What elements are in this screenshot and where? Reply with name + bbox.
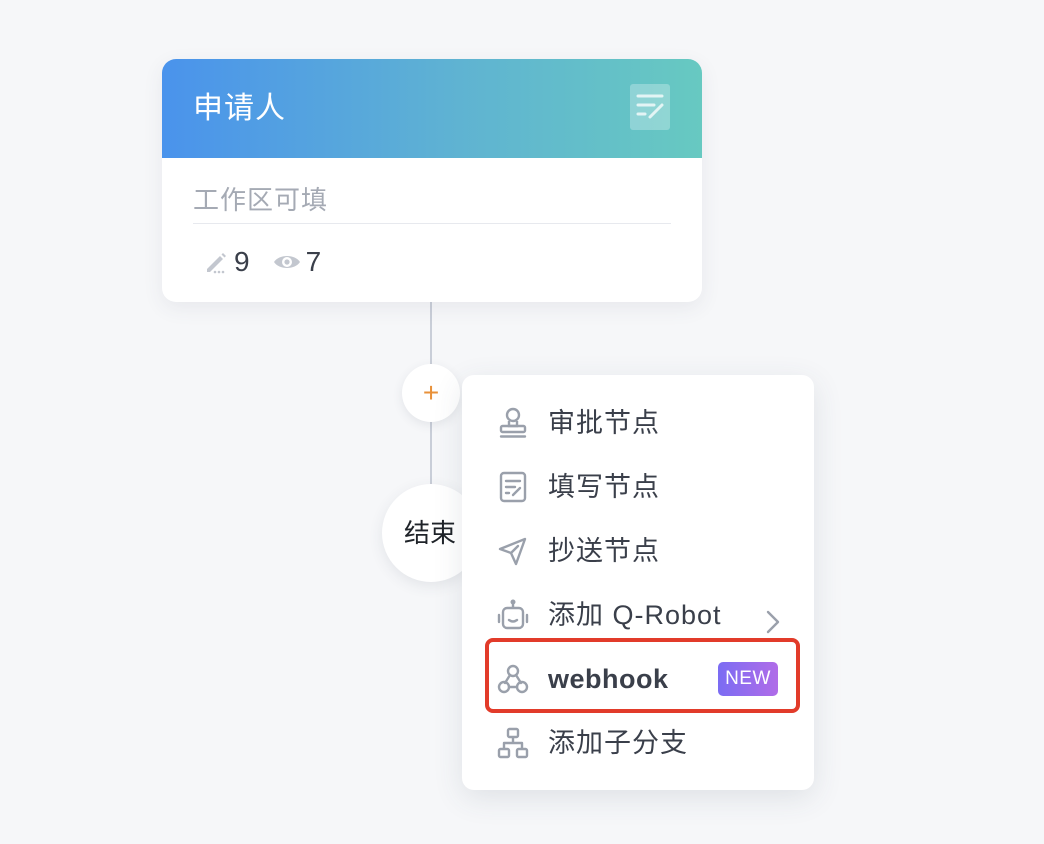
edit-count-stat: 9 — [202, 244, 250, 280]
menu-item-label: 填写节点 — [548, 472, 660, 502]
menu-item-approval-node[interactable]: 审批节点 — [462, 391, 814, 455]
chevron-right-icon — [766, 610, 780, 634]
menu-item-label: 审批节点 — [548, 408, 660, 438]
menu-item-add-q-robot[interactable]: 添加 Q-Robot — [462, 583, 814, 647]
menu-item-fill-node[interactable]: 填写节点 — [462, 455, 814, 519]
card-stats: 9 7 — [202, 244, 343, 280]
connector-line — [430, 420, 432, 484]
menu-item-label: 抄送节点 — [548, 536, 660, 566]
connector-line — [430, 300, 432, 364]
card-header: 申请人 — [162, 59, 702, 158]
menu-item-label: 添加子分支 — [548, 728, 688, 758]
menu-item-add-sub-branch[interactable]: 添加子分支 — [462, 711, 814, 775]
robot-icon — [497, 599, 529, 630]
menu-item-label: 添加 Q-Robot — [548, 600, 722, 630]
card-divider — [193, 223, 671, 224]
branch-icon — [497, 727, 529, 759]
eye-icon — [273, 256, 300, 268]
card-title: 申请人 — [193, 92, 286, 125]
edit-count: 9 — [234, 246, 250, 277]
webhook-icon — [497, 664, 529, 694]
add-node-button[interactable]: + — [402, 364, 460, 422]
send-icon — [498, 537, 527, 566]
card-body: 工作区可填 9 7 — [162, 158, 702, 302]
end-node-label: 结束 — [404, 518, 457, 548]
add-node-menu: 审批节点 填写节点 抄送节点 添加 Q-Robot webhook NEW 添加… — [462, 375, 814, 790]
menu-item-webhook[interactable]: webhook NEW — [462, 647, 814, 711]
view-count-stat: 7 — [272, 244, 322, 280]
menu-item-cc-node[interactable]: 抄送节点 — [462, 519, 814, 583]
form-edit-icon — [630, 84, 670, 130]
form-icon — [499, 471, 527, 503]
menu-item-label: webhook — [548, 664, 669, 694]
view-count: 7 — [305, 246, 322, 277]
pencil-icon — [207, 253, 226, 274]
card-workspace-placeholder: 工作区可填 — [193, 185, 329, 215]
new-badge: NEW — [718, 662, 778, 696]
stamp-icon — [499, 407, 527, 438]
workflow-canvas: 申请人 工作区可填 9 7 + 结束 审批节点 填写节点 抄送节点 添加 Q-R… — [0, 0, 1044, 844]
applicant-node-card[interactable]: 申请人 工作区可填 9 7 — [162, 59, 702, 302]
